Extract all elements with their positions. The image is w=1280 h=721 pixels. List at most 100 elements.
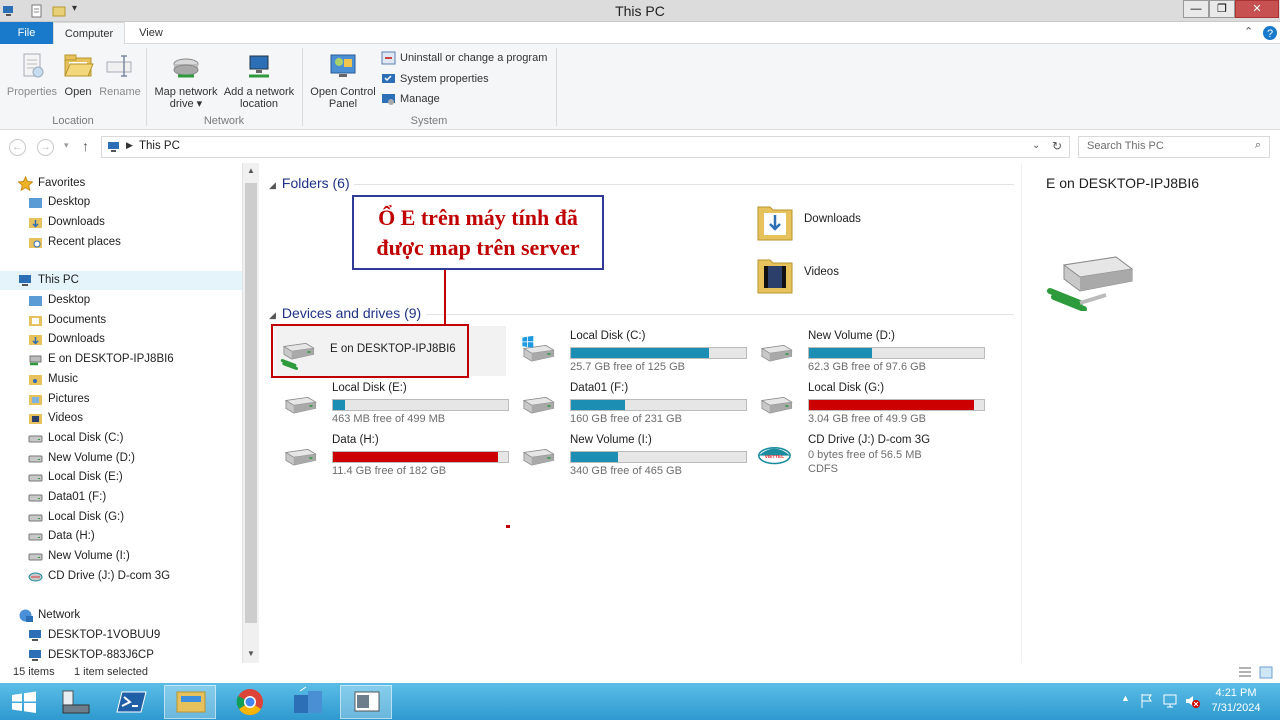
network-status-icon[interactable] [1162, 693, 1178, 709]
nav-pc-local-disk-g[interactable]: Local Disk (G:) [28, 508, 124, 527]
hard-drive-icon [28, 435, 43, 443]
forward-button[interactable]: → [37, 139, 54, 156]
drive-i[interactable]: New Volume (I:) 340 GB free of 465 GB [514, 432, 747, 482]
scroll-up-icon[interactable]: ▲ [247, 166, 255, 175]
show-hidden-icons-icon[interactable]: ▲ [1121, 693, 1130, 703]
nav-pc-data01-f[interactable]: Data01 (F:) [28, 488, 106, 507]
properties-button[interactable]: Properties [6, 50, 58, 98]
nav-pc-downloads[interactable]: Downloads [29, 330, 105, 349]
folders-group-header[interactable]: ◢ Folders (6) [269, 175, 350, 191]
nav-pc-data-h[interactable]: Data (H:) [28, 527, 95, 546]
map-network-drive-button[interactable]: Map network drive ▾ [152, 50, 220, 110]
up-button[interactable]: ↑ [82, 138, 89, 154]
drive-c[interactable]: Local Disk (C:) 25.7 GB free of 125 GB [514, 328, 747, 378]
volume-muted-icon[interactable] [1184, 693, 1200, 709]
rename-icon [106, 55, 132, 77]
collapse-ribbon-icon[interactable]: ⌃ [1244, 25, 1253, 38]
search-input[interactable]: Search This PC ⌕ [1078, 136, 1270, 158]
clock[interactable]: 4:21 PM 7/31/2024 [1206, 686, 1266, 716]
devices-group-header[interactable]: ◢ Devices and drives (9) [269, 305, 421, 321]
folder-downloads[interactable]: Downloads [756, 199, 876, 243]
network-share-app-icon[interactable] [282, 685, 334, 719]
drive-e[interactable]: Local Disk (E:) 463 MB free of 499 MB [276, 380, 509, 430]
folder-videos[interactable]: Videos [756, 252, 876, 296]
action-center-flag-icon[interactable] [1140, 693, 1154, 709]
nav-favorites[interactable]: Favorites [18, 174, 85, 193]
remote-desktop-taskbar-button[interactable] [340, 685, 392, 719]
cd-drive-icon [28, 572, 43, 582]
uninstall-program-button[interactable]: Uninstall or change a program [381, 49, 547, 67]
tab-view[interactable]: View [126, 22, 176, 44]
nav-pc-videos[interactable]: Videos [29, 409, 83, 428]
nav-pc-music[interactable]: Music [29, 370, 78, 389]
open-button[interactable]: Open [60, 50, 96, 98]
nav-network-computer-label: DESKTOP-1VOBUU9 [48, 629, 161, 641]
nav-scrollbar[interactable]: ▲ ▼ [242, 163, 259, 663]
server-manager-icon[interactable] [50, 685, 102, 719]
tab-file[interactable]: File [0, 22, 53, 44]
properties-label: Properties [6, 86, 58, 98]
clock-date: 7/31/2024 [1211, 702, 1261, 714]
nav-pc-cd-drive-j[interactable]: CD Drive (J:) D-com 3G [28, 567, 170, 586]
nav-fav-desktop[interactable]: Desktop [29, 193, 91, 212]
nav-fav-downloads[interactable]: Downloads [29, 213, 105, 232]
devices-header-label: Devices and drives (9) [281, 305, 422, 321]
nav-pc-pictures[interactable]: Pictures [29, 390, 90, 409]
nav-pc-label: E on DESKTOP-IPJ8BI6 [48, 353, 174, 366]
drive-j-cd[interactable]: VIETTEL CD Drive (J:) D-com 3G 0 bytes fre… [752, 432, 982, 482]
drive-d[interactable]: New Volume (D:) 62.3 GB free of 97.6 GB [752, 328, 985, 378]
rename-button[interactable]: Rename [98, 50, 142, 98]
nav-pc-local-disk-e[interactable]: Local Disk (E:) [28, 468, 123, 487]
add-network-location-button[interactable]: Add a network location [222, 50, 296, 110]
address-dropdown-icon[interactable]: ⌄ [1032, 140, 1040, 151]
nav-fav-recent[interactable]: Recent places [29, 233, 121, 252]
manage-button[interactable]: Manage [381, 90, 440, 108]
nav-pc-local-disk-c[interactable]: Local Disk (C:) [28, 429, 124, 448]
drive-h[interactable]: Data (H:) 11.4 GB free of 182 GB [276, 432, 509, 482]
minimize-button[interactable]: — [1183, 0, 1209, 18]
folder-downloads-label: Downloads [804, 213, 861, 225]
rename-label: Rename [99, 86, 141, 98]
details-view-icon[interactable] [1238, 666, 1252, 679]
breadcrumb-this-pc[interactable]: This PC [139, 140, 180, 152]
nav-network[interactable]: Network [19, 606, 80, 625]
powershell-icon[interactable] [106, 685, 158, 719]
nav-pc-new-volume-i[interactable]: New Volume (I:) [28, 547, 130, 566]
manage-icon [382, 94, 395, 105]
maximize-button[interactable]: ❐ [1209, 0, 1235, 18]
chrome-icon[interactable] [224, 685, 276, 719]
tab-computer[interactable]: Computer [53, 22, 125, 45]
drive-g[interactable]: Local Disk (G:) 3.04 GB free of 49.9 GB [752, 380, 985, 430]
breadcrumb-chevron-icon[interactable]: ▶ [126, 140, 133, 151]
recent-locations-icon[interactable]: ▾ [64, 140, 69, 151]
large-icons-view-icon[interactable] [1259, 666, 1273, 679]
nav-pc-e-on-desktop[interactable]: E on DESKTOP-IPJ8BI6 [29, 350, 174, 369]
nav-network-computer[interactable]: DESKTOP-1VOBUU9 [29, 626, 161, 645]
drive-name: Data01 (F:) [570, 382, 629, 394]
nav-pc-new-volume-d[interactable]: New Volume (D:) [28, 449, 135, 468]
drive-f[interactable]: Data01 (F:) 160 GB free of 231 GB [514, 380, 747, 430]
scroll-down-icon[interactable]: ▼ [247, 649, 255, 658]
system-properties-button[interactable]: System properties [381, 70, 489, 88]
nav-this-pc-label: This PC [38, 274, 79, 286]
nav-pc-desktop[interactable]: Desktop [29, 291, 90, 310]
back-button[interactable]: ← [9, 139, 26, 156]
refresh-icon[interactable]: ↻ [1052, 139, 1062, 153]
system-properties-label: System properties [400, 73, 489, 85]
open-control-panel-button[interactable]: Open Control Panel [308, 50, 378, 110]
drive-name: Local Disk (E:) [332, 382, 407, 394]
hard-drive-icon [760, 344, 793, 362]
selection-count: 1 item selected [74, 666, 148, 678]
close-button[interactable]: ✕ [1235, 0, 1279, 18]
address-bar[interactable]: ▶ This PC ⌄ ↻ [101, 136, 1070, 158]
scroll-thumb[interactable] [245, 183, 257, 623]
file-explorer-taskbar-button[interactable] [164, 685, 216, 719]
this-pc-icon [108, 142, 119, 152]
nav-this-pc[interactable]: This PC [0, 271, 242, 290]
nav-pc-label: Local Disk (C:) [48, 431, 124, 444]
nav-pc-documents[interactable]: Documents [29, 311, 106, 330]
nav-fav-desktop-label: Desktop [48, 196, 91, 208]
preview-title: E on DESKTOP-IPJ8BI6 [1046, 175, 1200, 191]
start-windows-icon[interactable] [0, 685, 48, 719]
help-icon[interactable]: ? [1262, 25, 1278, 41]
